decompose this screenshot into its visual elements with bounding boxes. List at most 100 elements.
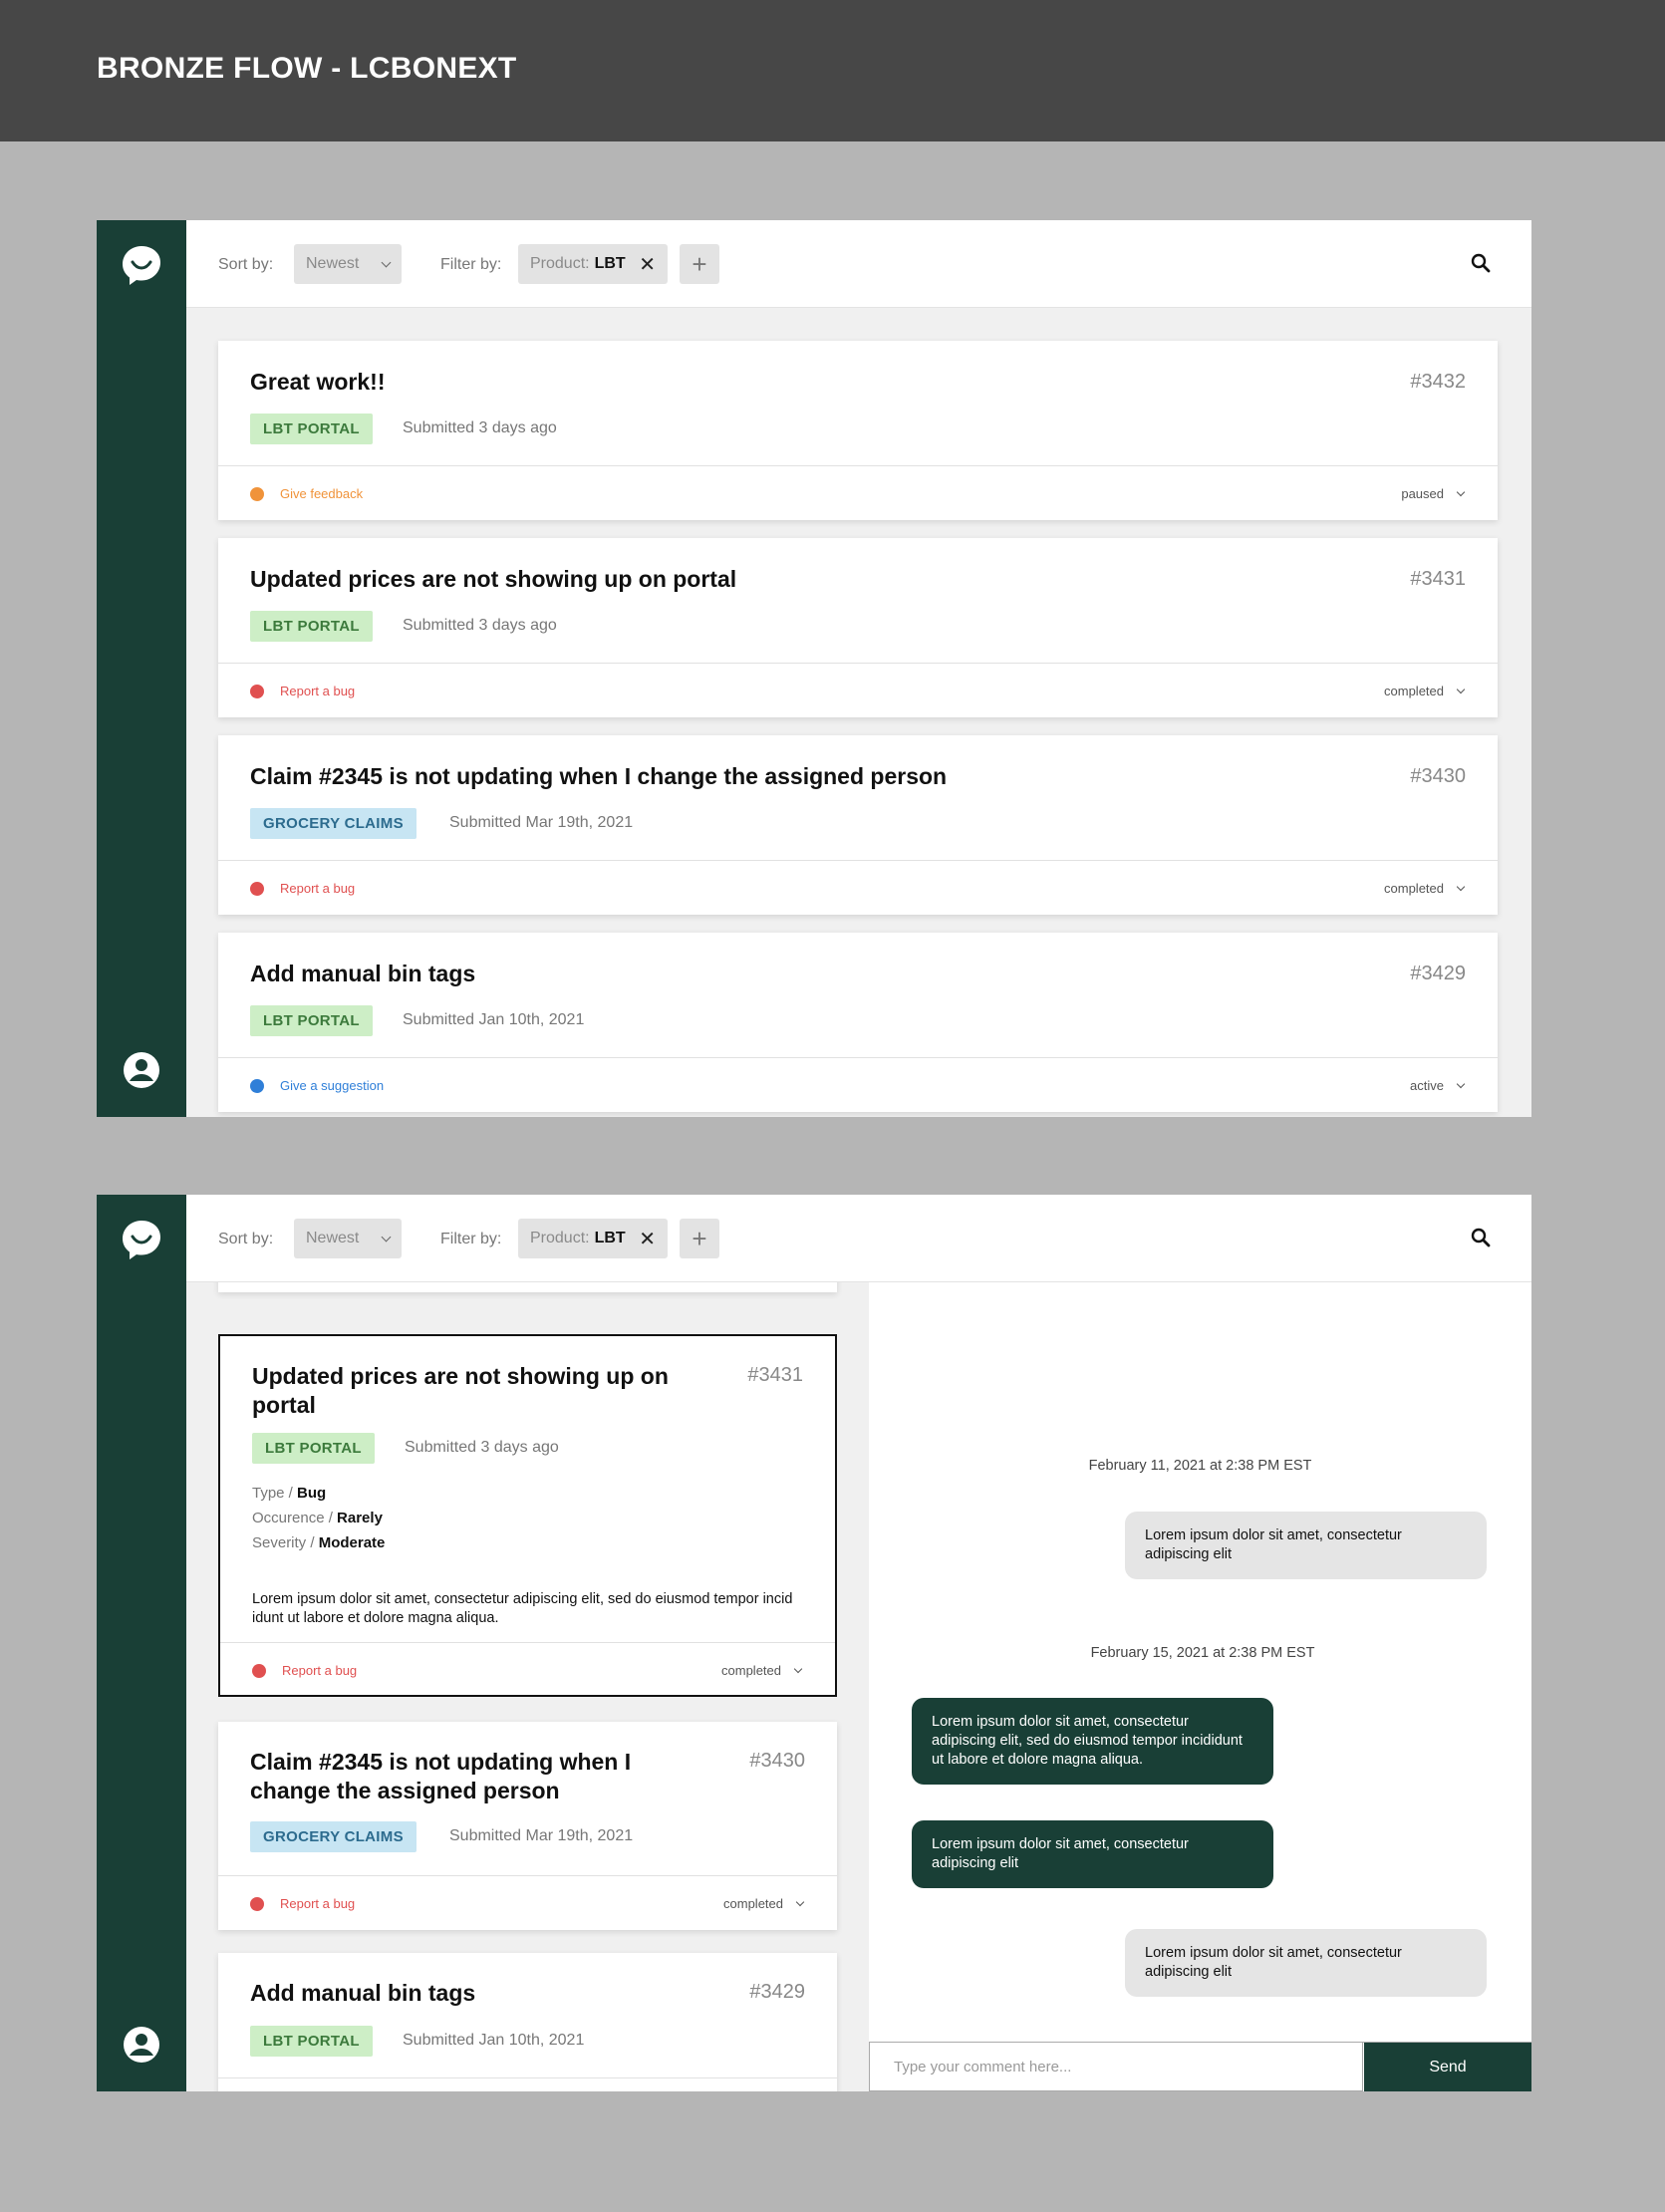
product-tag: GROCERY CLAIMS <box>250 808 416 839</box>
submitted-date: Submitted 3 days ago <box>403 617 557 634</box>
search-icon[interactable] <box>1470 1227 1492 1248</box>
type-value: Bug <box>297 1485 327 1502</box>
filter-label: Filter by: <box>440 1231 502 1247</box>
category-dot <box>250 1897 264 1911</box>
sort-value: Newest <box>306 255 360 272</box>
status-dropdown[interactable]: completed <box>1384 881 1466 896</box>
ticket-card[interactable]: Give feedback paused <box>218 1282 837 1292</box>
category-label: Report a bug <box>282 1663 358 1678</box>
product-tag: LBT PORTAL <box>250 2026 373 2057</box>
filter-chip[interactable]: Product: LBT ✕ <box>518 1219 668 1258</box>
ticket-type: Type / Bug <box>252 1481 326 1506</box>
ticket-id: #3429 <box>1410 963 1466 984</box>
ticket-list: Give feedback paused Updated prices are … <box>186 1282 869 2091</box>
sort-dropdown[interactable]: Newest <box>294 244 402 284</box>
comment-composer: Send <box>869 2042 1531 2091</box>
ticket-id: #3431 <box>1410 568 1466 590</box>
user-account-icon[interactable] <box>123 1051 160 1089</box>
ticket-footer: Report a bug completed <box>220 1642 835 1695</box>
sort-label: Sort by: <box>218 1231 274 1247</box>
ticket-footer: Give feedback paused <box>218 1282 837 1292</box>
ticket-card[interactable]: Add manual bin tags #3429 LBT PORTAL Sub… <box>218 933 1498 1112</box>
page-title: BRONZE FLOW - LCBONEXT <box>97 52 517 85</box>
status-dropdown[interactable]: active <box>1410 1078 1466 1093</box>
category-label: Report a bug <box>280 1896 356 1911</box>
chevron-down-icon <box>381 1232 392 1242</box>
close-icon[interactable]: ✕ <box>639 1227 656 1251</box>
chevron-down-icon <box>1456 882 1466 891</box>
filter-chip[interactable]: Product: LBT ✕ <box>518 244 668 284</box>
ticket-id: #3430 <box>749 1750 805 1772</box>
product-tag: LBT PORTAL <box>250 414 373 444</box>
ticket-title: Add manual bin tags <box>250 1980 476 2006</box>
chevron-down-icon <box>1456 1079 1466 1088</box>
sidebar <box>97 1195 186 2091</box>
sidebar <box>97 220 186 1117</box>
filter-value: LBT <box>594 1230 626 1246</box>
status-dropdown[interactable]: completed <box>1384 684 1466 698</box>
toolbar: Sort by: Newest Filter by: Product: LBT ✕ … <box>186 220 1531 308</box>
add-filter-button[interactable]: + <box>680 1219 719 1258</box>
submitted-date: Submitted Mar 19th, 2021 <box>449 814 634 831</box>
ticket-card-selected[interactable]: Updated prices are not showing up on por… <box>218 1334 837 1697</box>
ticket-footer: Report a bug completed <box>218 663 1498 717</box>
close-icon[interactable]: ✕ <box>639 252 656 277</box>
status-value: active <box>1410 1078 1444 1093</box>
chevron-down-icon <box>1456 487 1466 496</box>
comment-input[interactable] <box>869 2043 1363 2091</box>
category-dot <box>250 1079 264 1093</box>
filter-key: Product: <box>530 1230 590 1246</box>
ticket-title: Great work!! <box>250 369 386 395</box>
type-label: Type / <box>252 1485 293 1502</box>
screen-list-view: Sort by: Newest Filter by: Product: LBT ✕ … <box>97 220 1531 1117</box>
screen-detail-view: Sort by: Newest Filter by: Product: LBT ✕ … <box>97 1195 1531 2091</box>
status-value: completed <box>723 1896 783 1911</box>
message-timestamp: February 11, 2021 at 2:38 PM EST <box>1088 1458 1312 1474</box>
ticket-title: Claim #2345 is not updating when I chang… <box>250 1749 632 1803</box>
category-label: Give a suggestion <box>280 1078 385 1093</box>
status-dropdown[interactable]: completed <box>723 1896 805 1911</box>
chevron-down-icon <box>793 1664 803 1673</box>
category-label: Report a bug <box>280 881 356 896</box>
ticket-card[interactable]: Add manual bin tags #3429 LBT PORTAL Sub… <box>218 1953 837 2091</box>
chat-logo-icon[interactable] <box>121 244 162 286</box>
occurence-label: Occurence / <box>252 1510 333 1526</box>
ticket-card[interactable]: Claim #2345 is not updating when I chang… <box>218 735 1498 915</box>
submitted-date: Submitted Jan 10th, 2021 <box>403 2032 585 2049</box>
ticket-id: #3431 <box>747 1364 803 1386</box>
ticket-title: Updated prices are not showing up on por… <box>250 566 737 592</box>
add-filter-button[interactable]: + <box>680 244 719 284</box>
chat-logo-icon[interactable] <box>121 1219 162 1260</box>
category-label: Give feedback <box>280 486 364 501</box>
ticket-title: Add manual bin tags <box>250 961 476 986</box>
submitted-date: Submitted Jan 10th, 2021 <box>403 1011 585 1028</box>
occurence-value: Rarely <box>337 1510 383 1526</box>
ticket-card[interactable]: Claim #2345 is not updating when I chang… <box>218 1722 837 1930</box>
submitted-date: Submitted 3 days ago <box>405 1439 559 1456</box>
ticket-id: #3432 <box>1410 371 1466 393</box>
severity-value: Moderate <box>318 1534 386 1551</box>
status-value: completed <box>721 1663 781 1678</box>
sort-dropdown[interactable]: Newest <box>294 1219 402 1258</box>
ticket-card[interactable]: Great work!! #3432 LBT PORTAL Submitted … <box>218 341 1498 520</box>
status-value: completed <box>1384 684 1444 698</box>
ticket-description: Lorem ipsum dolor sit amet, consectetur … <box>252 1591 793 1626</box>
ticket-severity: Severity / Moderate <box>252 1530 385 1555</box>
user-account-icon[interactable] <box>123 2026 160 2064</box>
message-bubble-received: Lorem ipsum dolor sit amet, consectetur … <box>1125 1512 1487 1579</box>
status-dropdown[interactable]: paused <box>1401 486 1466 501</box>
ticket-title: Claim #2345 is not updating when I chang… <box>250 763 948 789</box>
sort-label: Sort by: <box>218 256 274 273</box>
status-value: paused <box>1401 486 1444 501</box>
ticket-footer: Report a bug completed <box>218 1875 837 1930</box>
ticket-footer: Give feedback paused <box>218 465 1498 520</box>
search-icon[interactable] <box>1470 252 1492 274</box>
filter-key: Product: <box>530 255 590 272</box>
ticket-id: #3429 <box>749 1981 805 2003</box>
chevron-down-icon <box>795 1897 805 1906</box>
send-button[interactable]: Send <box>1364 2043 1531 2091</box>
status-dropdown[interactable]: completed <box>721 1663 803 1678</box>
message-timestamp: February 15, 2021 at 2:38 PM EST <box>1090 1645 1315 1661</box>
ticket-card[interactable]: Updated prices are not showing up on por… <box>218 538 1498 717</box>
category-dot <box>250 487 264 501</box>
